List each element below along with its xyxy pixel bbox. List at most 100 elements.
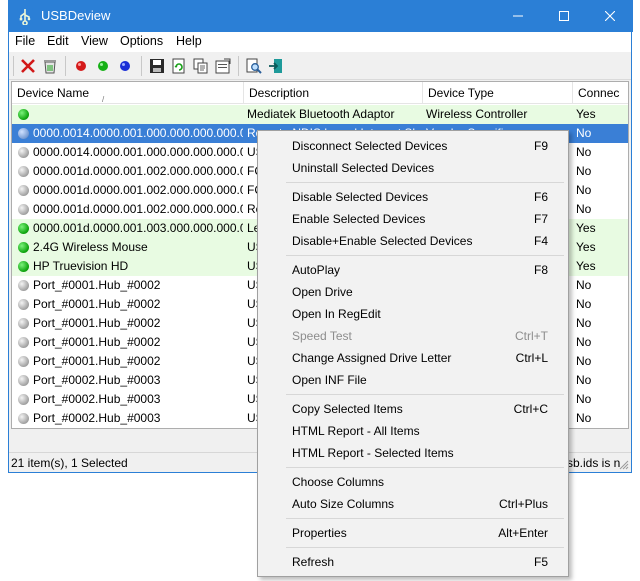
device-name-cell: Port_#0001.Hub_#0002 — [33, 297, 161, 311]
connected-cell: Yes — [576, 240, 596, 254]
device-name-cell: Port_#0001.Hub_#0002 — [33, 316, 161, 330]
menu-item-disable-enable-selected-devices[interactable]: Disable+Enable Selected Devices F4 — [258, 230, 568, 252]
disconnected-status-icon — [18, 413, 29, 424]
menu-separator — [286, 547, 564, 548]
toolbar-separator — [65, 56, 66, 76]
menu-item-label: Change Assigned Drive Letter — [292, 351, 452, 365]
column-header-connected[interactable]: Connec — [573, 82, 628, 104]
enable-button[interactable] — [93, 56, 113, 76]
connected-cell: No — [576, 392, 592, 406]
menu-item-label: Choose Columns — [292, 475, 385, 489]
context-menu: Disconnect Selected Devices F9 Uninstall S… — [257, 130, 569, 577]
menu-item-label: Uninstall Selected Devices — [292, 161, 435, 175]
refresh-button[interactable] — [169, 56, 189, 76]
menu-bar: File Edit View Options Help — [9, 32, 631, 52]
properties-icon — [215, 58, 231, 74]
menu-item-properties[interactable]: Properties Alt+Enter — [258, 522, 568, 544]
device-name-cell: 0000.0014.0000.001.000.000.000.000.000 — [33, 126, 243, 140]
connected-cell: No — [576, 278, 592, 292]
find-icon — [246, 58, 262, 74]
menu-view[interactable]: View — [81, 34, 108, 48]
resize-grip-icon[interactable] — [619, 460, 629, 470]
maximize-icon — [559, 11, 569, 21]
menu-item-shortcut: F4 — [533, 234, 548, 248]
find-button[interactable] — [244, 56, 264, 76]
menu-item-change-assigned-drive-letter[interactable]: Change Assigned Drive Letter Ctrl+L — [258, 347, 568, 369]
menu-options[interactable]: Options — [120, 34, 163, 48]
properties-button[interactable] — [213, 56, 233, 76]
connected-status-icon — [18, 261, 29, 272]
column-header-label: Device Type — [428, 86, 494, 100]
disconnect-button[interactable] — [18, 56, 38, 76]
device-name-cell: 0000.001d.0000.001.002.000.000.000.000 — [33, 183, 243, 197]
uninstall-button[interactable] — [40, 56, 60, 76]
status-item-count: 21 item(s), 1 Selected — [11, 456, 128, 470]
connected-cell: No — [576, 316, 592, 330]
connected-status-icon — [18, 109, 29, 120]
menu-item-uninstall-selected-devices[interactable]: Uninstall Selected Devices — [258, 157, 568, 179]
connected-cell: No — [576, 411, 592, 425]
disconnected-status-icon — [18, 375, 29, 386]
maximize-button[interactable] — [541, 0, 587, 32]
enable-disable-button[interactable] — [115, 56, 135, 76]
menu-file[interactable]: File — [15, 34, 35, 48]
connected-cell: No — [576, 126, 592, 140]
exit-button[interactable] — [266, 56, 286, 76]
menu-item-html-report-selected-items[interactable]: HTML Report - Selected Items — [258, 442, 568, 464]
refresh-icon — [172, 58, 185, 74]
device-name-cell: Port_#0001.Hub_#0002 — [33, 354, 161, 368]
minimize-icon — [513, 15, 523, 17]
menu-item-label: Copy Selected Items — [292, 402, 403, 416]
device-name-cell: Port_#0002.Hub_#0003 — [33, 392, 161, 406]
menu-item-html-report-all-items[interactable]: HTML Report - All Items — [258, 420, 568, 442]
menu-item-shortcut: F5 — [533, 555, 548, 569]
menu-item-open-in-regedit[interactable]: Open In RegEdit — [258, 303, 568, 325]
disconnected-status-icon — [18, 280, 29, 291]
enable-disable-icon — [120, 61, 130, 71]
save-icon — [150, 59, 164, 73]
device-name-cell: 0000.0014.0000.001.000.000.000.000.000 — [33, 145, 243, 159]
close-button[interactable] — [587, 0, 633, 32]
menu-item-open-drive[interactable]: Open Drive — [258, 281, 568, 303]
menu-item-auto-size-columns[interactable]: Auto Size Columns Ctrl+Plus — [258, 493, 568, 515]
window-title: USBDeview — [41, 8, 111, 23]
menu-item-refresh[interactable]: Refresh F5 — [258, 551, 568, 573]
menu-item-shortcut: Alt+Enter — [498, 526, 548, 540]
disable-button[interactable] — [71, 56, 91, 76]
menu-item-shortcut: F9 — [533, 139, 548, 153]
copy-button[interactable] — [191, 56, 211, 76]
device-name-cell: Port_#0001.Hub_#0002 — [33, 335, 161, 349]
menu-item-open-inf-file[interactable]: Open INF File — [258, 369, 568, 391]
table-row[interactable]: Mediatek Bluetooth Adaptor Wireless Contr… — [12, 105, 628, 124]
menu-item-disconnect-selected-devices[interactable]: Disconnect Selected Devices F9 — [258, 135, 568, 157]
menu-item-label: HTML Report - Selected Items — [292, 446, 454, 460]
menu-edit[interactable]: Edit — [47, 34, 69, 48]
menu-item-choose-columns[interactable]: Choose Columns — [258, 471, 568, 493]
menu-item-label: Speed Test — [292, 329, 352, 343]
column-header-device-name[interactable]: Device Name / — [12, 82, 244, 104]
save-button[interactable] — [147, 56, 167, 76]
exit-icon — [269, 59, 282, 73]
uninstall-icon — [44, 60, 56, 74]
title-bar[interactable]: USBDeview — [9, 0, 633, 32]
menu-item-enable-selected-devices[interactable]: Enable Selected Devices F7 — [258, 208, 568, 230]
menu-item-shortcut: Ctrl+L — [515, 351, 548, 365]
menu-help[interactable]: Help — [176, 34, 202, 48]
device-type-cell: Wireless Controller — [426, 107, 528, 121]
device-name-cell: HP Truevision HD — [33, 259, 129, 273]
menu-item-copy-selected-items[interactable]: Copy Selected Items Ctrl+C — [258, 398, 568, 420]
sort-ascending-icon: / — [102, 95, 105, 104]
menu-item-label: Enable Selected Devices — [292, 212, 426, 226]
menu-item-label: Open INF File — [292, 373, 367, 387]
toolbar — [9, 52, 631, 80]
disconnected-status-icon — [18, 356, 29, 367]
minimize-button[interactable] — [495, 0, 541, 32]
menu-item-disable-selected-devices[interactable]: Disable Selected Devices F6 — [258, 186, 568, 208]
connected-cell: No — [576, 145, 592, 159]
column-header-device-type[interactable]: Device Type — [423, 82, 573, 104]
connected-cell: No — [576, 297, 592, 311]
copy-icon — [193, 58, 208, 74]
menu-item-autoplay[interactable]: AutoPlay F8 — [258, 259, 568, 281]
disconnected-status-icon — [18, 337, 29, 348]
column-header-description[interactable]: Description — [244, 82, 423, 104]
